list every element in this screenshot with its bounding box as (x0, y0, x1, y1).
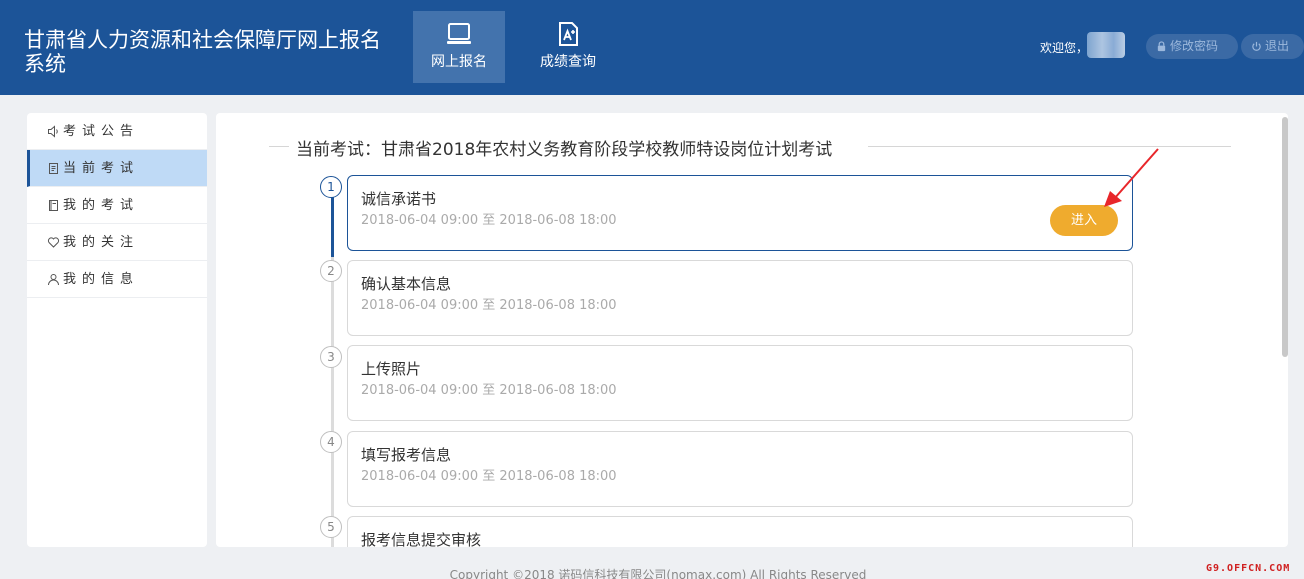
watermark: G9.OFFCN.COM (1206, 563, 1291, 574)
document-icon (49, 162, 58, 174)
title-divider-left (269, 146, 289, 147)
step-time: 2018-06-04 09:00 至 2018-06-08 18:00 (361, 213, 617, 228)
user-avatar (1087, 32, 1125, 58)
nav-label: 网上报名 (431, 54, 487, 70)
lock-icon (1157, 41, 1166, 52)
heart-icon (47, 236, 60, 248)
sidebar-item-my-exams[interactable]: 我的考试 (27, 187, 207, 224)
top-header: 甘肃省人力资源和社会保障厅网上报名系统 网上报名 成绩查询 欢迎您， 修改密码 … (0, 0, 1304, 95)
current-exam-title: 当前考试：甘肃省2018年农村义务教育阶段学校教师特设岗位计划考试 (296, 140, 833, 160)
welcome-text: 欢迎您， (1040, 41, 1089, 55)
main-panel: 当前考试：甘肃省2018年农村义务教育阶段学校教师特设岗位计划考试 1 诚信承诺… (216, 113, 1288, 547)
change-password-button[interactable]: 修改密码 (1146, 34, 1238, 59)
step-time: 2018-06-04 09:00 至 2018-06-08 18:00 (361, 469, 617, 484)
step-number: 4 (320, 431, 342, 453)
speaker-icon (48, 124, 58, 138)
step-time: 2018-06-04 09:00 至 2018-06-08 18:00 (361, 383, 617, 398)
step-number: 5 (320, 516, 342, 538)
title-divider-right (868, 146, 1231, 147)
page-scrollbar[interactable] (1282, 117, 1288, 357)
step-time: 2018-06-04 09:00 至 2018-06-08 18:00 (361, 298, 617, 313)
step-number: 3 (320, 346, 342, 368)
nav-label: 成绩查询 (540, 54, 596, 70)
sidebar-item-my-info[interactable]: 我的信息 (27, 261, 207, 298)
annotation-arrow-icon (1104, 148, 1159, 207)
nav-score-query[interactable]: 成绩查询 (522, 11, 614, 83)
sidebar-item-my-follows[interactable]: 我的关注 (27, 224, 207, 261)
sidebar-item-exam-announcement[interactable]: 考试公告 (27, 113, 207, 150)
laptop-icon (447, 23, 471, 44)
step-number: 2 (320, 260, 342, 282)
step-title: 确认基本信息 (361, 275, 452, 293)
step-card-upload-photo[interactable]: 上传照片 2018-06-04 09:00 至 2018-06-08 18:00 (347, 345, 1133, 421)
nav-online-registration[interactable]: 网上报名 (413, 11, 505, 83)
step-number: 1 (320, 176, 342, 198)
step-title: 上传照片 (361, 360, 422, 378)
step-title: 填写报考信息 (361, 446, 452, 464)
step-card-confirm-basic-info[interactable]: 确认基本信息 2018-06-04 09:00 至 2018-06-08 18:… (347, 260, 1133, 336)
book-icon (49, 199, 58, 211)
step-card-fill-application[interactable]: 填写报考信息 2018-06-04 09:00 至 2018-06-08 18:… (347, 431, 1133, 507)
user-icon (48, 273, 59, 285)
step-card-integrity-pledge[interactable]: 诚信承诺书 2018-06-04 09:00 至 2018-06-08 18:0… (347, 175, 1133, 251)
step-title: 报考信息提交审核 (361, 531, 482, 547)
footer-copyright: Copyright ©2018 诺码信科技有限公司(nomax.com) All… (449, 568, 867, 579)
step-title: 诚信承诺书 (361, 190, 437, 208)
sidebar-item-current-exam[interactable]: 当前考试 (27, 150, 207, 187)
step-card-submit-review[interactable]: 报考信息提交审核 (347, 516, 1133, 547)
logout-button[interactable]: 退出 (1241, 34, 1304, 59)
score-document-icon (559, 22, 578, 46)
power-icon (1252, 41, 1261, 51)
sidebar: 考试公告 当前考试 我的考试 我的关注 我的信息 (27, 113, 207, 547)
site-title: 甘肃省人力资源和社会保障厅网上报名系统 (24, 28, 381, 76)
